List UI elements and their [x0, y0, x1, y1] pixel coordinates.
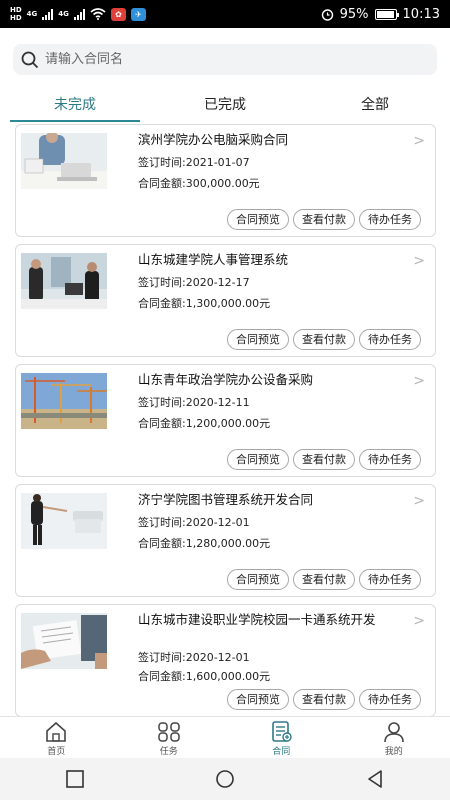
home-icon — [46, 721, 67, 742]
contract-icon — [272, 721, 292, 742]
contract-title: 山东青年政治学院办公设备采购 — [138, 372, 314, 387]
system-nav-bar — [0, 758, 450, 800]
chevron-right-icon[interactable]: > — [413, 613, 425, 629]
todo-tasks-button[interactable]: 待办任务 — [359, 209, 421, 230]
app-notification-icon: ✿ — [110, 7, 126, 21]
wifi-icon — [90, 8, 106, 20]
back-icon[interactable] — [364, 768, 386, 790]
construction-cranes-photo — [21, 373, 107, 429]
nav-tasks[interactable]: 任务 — [113, 717, 226, 758]
business-meeting-photo — [21, 253, 107, 309]
contract-amount: 合同金额:1,280,000.00元 — [138, 537, 271, 550]
contract-date: 签订时间:2020-12-11 — [138, 396, 250, 409]
contract-title: 山东城市建设职业学院校园一卡通系统开发 — [138, 612, 376, 627]
contract-date: 签订时间:2021-01-07 — [138, 156, 250, 169]
signal-icon — [42, 8, 54, 20]
chevron-right-icon[interactable]: > — [413, 133, 425, 149]
chevron-right-icon[interactable]: > — [413, 253, 425, 269]
battery-percent: 95% — [339, 6, 369, 22]
alarm-icon — [321, 8, 333, 21]
tab-completed[interactable]: 已完成 — [150, 88, 300, 122]
nav-tasks-label: 任务 — [159, 747, 178, 757]
view-payment-button[interactable]: 查看付款 — [293, 449, 355, 470]
chevron-right-icon[interactable]: > — [413, 493, 425, 509]
app-notification-icon-2: ✈ — [130, 7, 146, 21]
network-type-2: 4G — [58, 10, 69, 18]
contract-card[interactable]: 滨州学院办公电脑采购合同 签订时间:2021-01-07 合同金额:300,00… — [15, 124, 436, 237]
tasks-icon — [158, 722, 180, 742]
hd-indicator: HD HD — [10, 6, 22, 22]
search-icon — [21, 51, 39, 68]
view-payment-button[interactable]: 查看付款 — [293, 569, 355, 590]
clock: 10:13 — [402, 6, 440, 22]
contract-card[interactable]: 济宁学院图书管理系统开发合同 签订时间:2020-12-01 合同金额:1,28… — [15, 484, 436, 597]
contract-date: 签订时间:2020-12-01 — [138, 651, 250, 664]
nav-contract-label: 合同 — [272, 747, 291, 757]
tab-incomplete[interactable]: 未完成 — [0, 88, 150, 122]
chevron-right-icon[interactable]: > — [413, 373, 425, 389]
todo-tasks-button[interactable]: 待办任务 — [359, 569, 421, 590]
nav-profile-label: 我的 — [384, 747, 403, 757]
signing-document-photo — [21, 613, 107, 669]
todo-tasks-button[interactable]: 待办任务 — [359, 449, 421, 470]
view-payment-button[interactable]: 查看付款 — [293, 209, 355, 230]
signal-icon-2 — [73, 8, 85, 20]
nav-contract[interactable]: 合同 — [225, 717, 338, 758]
status-bar: HD HD 4G 4G ✿ ✈ 95% 10:13 — [0, 0, 450, 28]
search-bar[interactable] — [13, 44, 437, 75]
nav-home-label: 首页 — [47, 747, 66, 757]
contract-preview-button[interactable]: 合同预览 — [227, 569, 289, 590]
contract-preview-button[interactable]: 合同预览 — [227, 209, 289, 230]
bottom-nav: 首页 任务 合同 我的 — [0, 716, 450, 758]
battery-icon — [374, 8, 399, 20]
contract-amount: 合同金额:300,000.00元 — [138, 177, 260, 190]
contract-amount: 合同金额:1,200,000.00元 — [138, 417, 271, 430]
user-icon — [383, 722, 404, 743]
contract-card[interactable]: 山东城市建设职业学院校园一卡通系统开发 签订时间:2020-12-01 合同金额… — [15, 604, 436, 717]
presentation-photo — [21, 493, 107, 549]
todo-tasks-button[interactable]: 待办任务 — [359, 329, 421, 350]
nav-home[interactable]: 首页 — [0, 717, 113, 758]
office-laptop-photo — [21, 133, 107, 189]
contract-preview-button[interactable]: 合同预览 — [227, 329, 289, 350]
nav-profile[interactable]: 我的 — [338, 717, 450, 758]
search-input[interactable] — [45, 52, 405, 67]
contract-amount: 合同金额:1,300,000.00元 — [138, 297, 271, 310]
home-circle-icon[interactable] — [214, 768, 236, 790]
contract-preview-button[interactable]: 合同预览 — [227, 449, 289, 470]
contract-preview-button[interactable]: 合同预览 — [227, 689, 289, 710]
contract-title: 滨州学院办公电脑采购合同 — [138, 132, 289, 147]
view-payment-button[interactable]: 查看付款 — [293, 689, 355, 710]
recent-apps-icon[interactable] — [64, 768, 86, 790]
contract-title: 山东城建学院人事管理系统 — [138, 252, 289, 267]
network-type-1: 4G — [26, 10, 38, 18]
todo-tasks-button[interactable]: 待办任务 — [359, 689, 421, 710]
contract-card[interactable]: 山东青年政治学院办公设备采购 签订时间:2020-12-11 合同金额:1,20… — [15, 364, 436, 477]
contract-date: 签订时间:2020-12-01 — [138, 516, 250, 529]
contract-date: 签订时间:2020-12-17 — [138, 276, 250, 289]
contract-title: 济宁学院图书管理系统开发合同 — [138, 492, 314, 507]
contract-card[interactable]: 山东城建学院人事管理系统 签订时间:2020-12-17 合同金额:1,300,… — [15, 244, 436, 357]
status-tabs: 未完成 已完成 全部 — [0, 88, 450, 122]
contract-amount: 合同金额:1,600,000.00元 — [138, 670, 271, 683]
view-payment-button[interactable]: 查看付款 — [293, 329, 355, 350]
tab-all[interactable]: 全部 — [300, 88, 450, 122]
